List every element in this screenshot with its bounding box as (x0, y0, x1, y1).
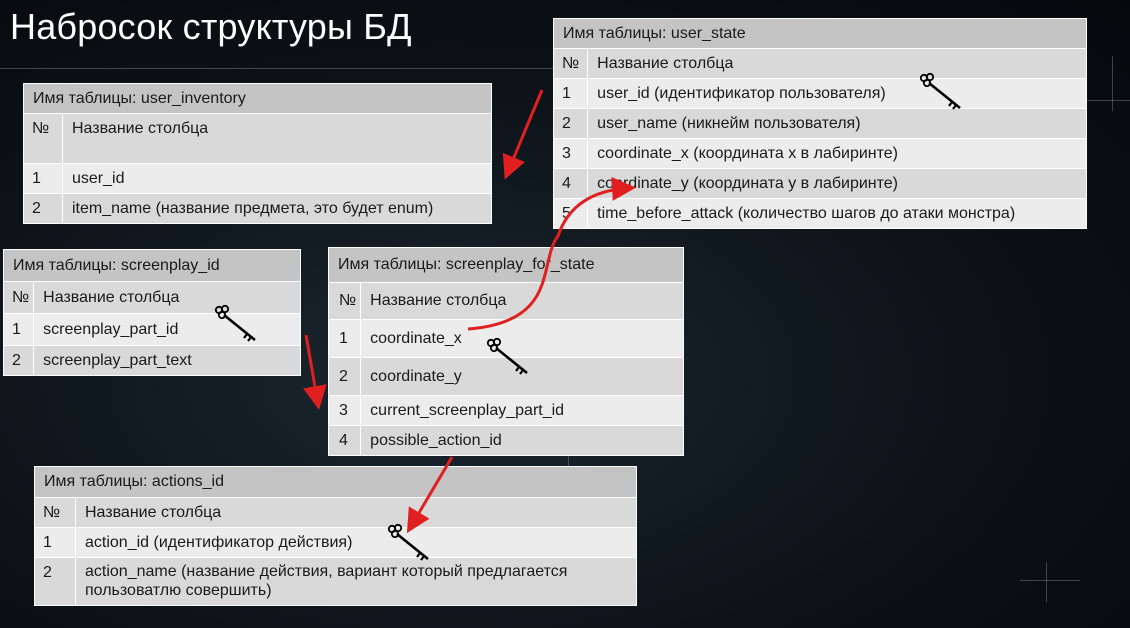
arrow-user-state-to-inventory (502, 89, 544, 180)
arrow-screenplay-id-to-state (303, 334, 327, 410)
relationship-arrows (303, 89, 636, 534)
arrow-coordinate-to-user-state (467, 176, 636, 331)
arrow-action-to-actions-id (406, 456, 454, 534)
